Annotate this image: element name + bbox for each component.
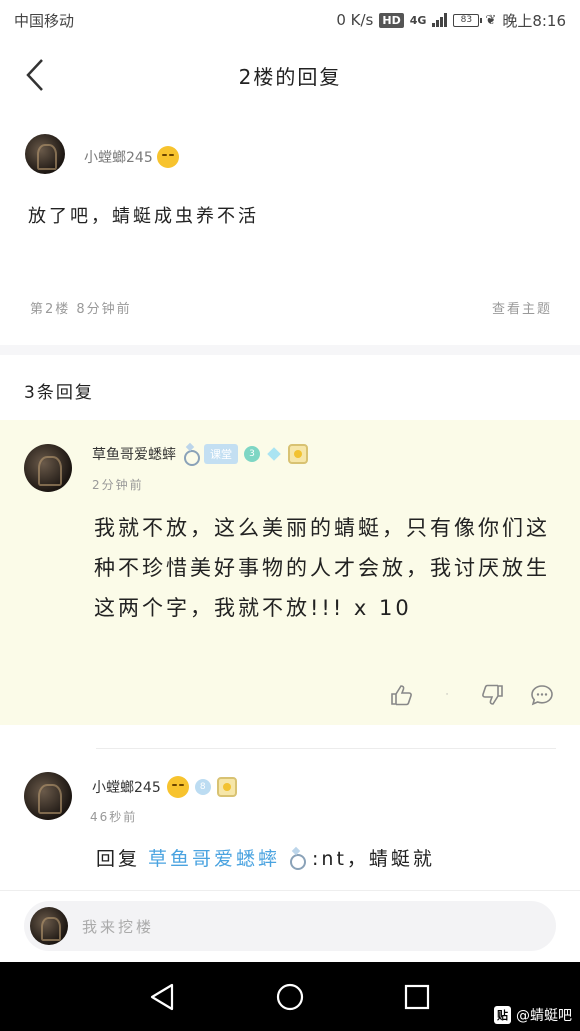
main-post: 小螳螂245 放了吧，蜻蜓成虫养不活 第2楼 8分钟前 查看主题 [0, 120, 580, 340]
ring-icon [288, 848, 307, 870]
like-button[interactable] [390, 684, 414, 706]
thumbs-up-icon [391, 685, 412, 706]
header-bar: 2楼的回复 [0, 40, 580, 110]
reply-bar: 我来挖楼 [0, 890, 580, 962]
action-label: · [445, 690, 449, 700]
avatar[interactable] [24, 772, 72, 820]
reply-content: 我就不放，这么美丽的蜻蜓，只有像你们这种不珍惜美好事物的人才会放，我讨厌放生这两… [94, 516, 550, 620]
tieba-logo-icon: 贴 [494, 1006, 511, 1024]
emoji-icon [166, 776, 189, 798]
username: 小螳螂245 [84, 150, 153, 166]
status-bar: 中国移动 0 K/s HD 4G 83 ❦ 晚上8:16 [0, 0, 580, 40]
view-topic-link[interactable]: 查看主题 [492, 298, 552, 317]
thumbs-down-icon [482, 684, 503, 705]
reply-content: 回复 草鱼哥爱蟋蟀 :nt，蜻蜓就 [96, 844, 435, 871]
reply-input[interactable]: 我来挖楼 [24, 901, 556, 951]
ring-icon [182, 444, 200, 466]
avatar[interactable] [24, 444, 72, 492]
clock: 晚上8:16 [502, 11, 566, 30]
battery-icon: 83 [453, 13, 483, 27]
carrier-name: 中国移动 [14, 11, 75, 30]
leaf-icon: ❦ [485, 12, 497, 28]
reply-text: :nt，蜻蜓就 [312, 848, 435, 870]
reply-actions: · [390, 684, 554, 706]
reply-author[interactable]: 草鱼哥爱蟋蟀 课堂 3 [92, 444, 308, 466]
circle-home-icon [276, 983, 304, 1010]
nav-home-button[interactable] [275, 982, 305, 1012]
avatar [30, 907, 68, 945]
list-item: 草鱼哥爱蟋蟀 课堂 3 2分钟前 我就不放，这么美丽的蜻蜓，只有像你们这种不珍惜… [0, 420, 580, 725]
signal-icon [432, 13, 448, 27]
emoji-icon [156, 146, 179, 168]
reply-time: 2分钟前 [92, 478, 144, 492]
reply-prefix: 回复 [96, 848, 141, 870]
input-placeholder: 我来挖楼 [82, 917, 155, 936]
comment-button[interactable] [530, 684, 554, 706]
reply-time: 46秒前 [90, 810, 138, 824]
gem-icon [266, 448, 282, 460]
level-badge: 3 [244, 446, 260, 462]
floor-meta: 第2楼 8分钟前 [30, 302, 132, 317]
system-nav-bar: 贴 @蜻蜓吧 [0, 962, 580, 1031]
comment-icon [531, 685, 553, 706]
network-speed: 0 K/s [336, 11, 374, 29]
nav-recent-button[interactable] [402, 982, 432, 1012]
username: 小螳螂245 [92, 780, 161, 796]
divider [0, 345, 580, 355]
chevron-left-icon [26, 59, 43, 91]
list-item: 小螳螂245 8 46秒前 回复 草鱼哥爱蟋蟀 :nt，蜻蜓就 [0, 760, 580, 888]
dislike-button[interactable] [480, 684, 504, 706]
reply-count: 3条回复 [24, 383, 94, 403]
level-badge: 8 [194, 779, 211, 795]
back-button[interactable] [22, 56, 52, 94]
post-author[interactable]: 小螳螂245 [84, 146, 179, 168]
network-type: 4G [409, 13, 427, 27]
triangle-back-icon [151, 983, 174, 1010]
watermark-text: @蜻蜓吧 [516, 1008, 572, 1024]
sun-badge-icon [216, 777, 237, 797]
sun-badge-icon [288, 444, 308, 464]
watermark: 贴 @蜻蜓吧 [494, 1005, 572, 1025]
hd-badge: HD [379, 12, 404, 28]
post-content: 放了吧，蜻蜓成虫养不活 [28, 206, 259, 227]
nav-back-button[interactable] [148, 982, 178, 1012]
square-recent-icon [404, 984, 429, 1009]
status-indicators: 0 K/s HD 4G 83 ❦ 晚上8:16 [336, 10, 566, 31]
username: 草鱼哥爱蟋蟀 [92, 447, 176, 463]
page-title: 2楼的回复 [238, 64, 342, 89]
reply-author[interactable]: 小螳螂245 8 [92, 776, 237, 798]
tag-badge: 课堂 [204, 444, 238, 464]
mention-link[interactable]: 草鱼哥爱蟋蟀 [148, 844, 280, 871]
avatar[interactable] [25, 134, 65, 174]
divider [96, 748, 556, 749]
